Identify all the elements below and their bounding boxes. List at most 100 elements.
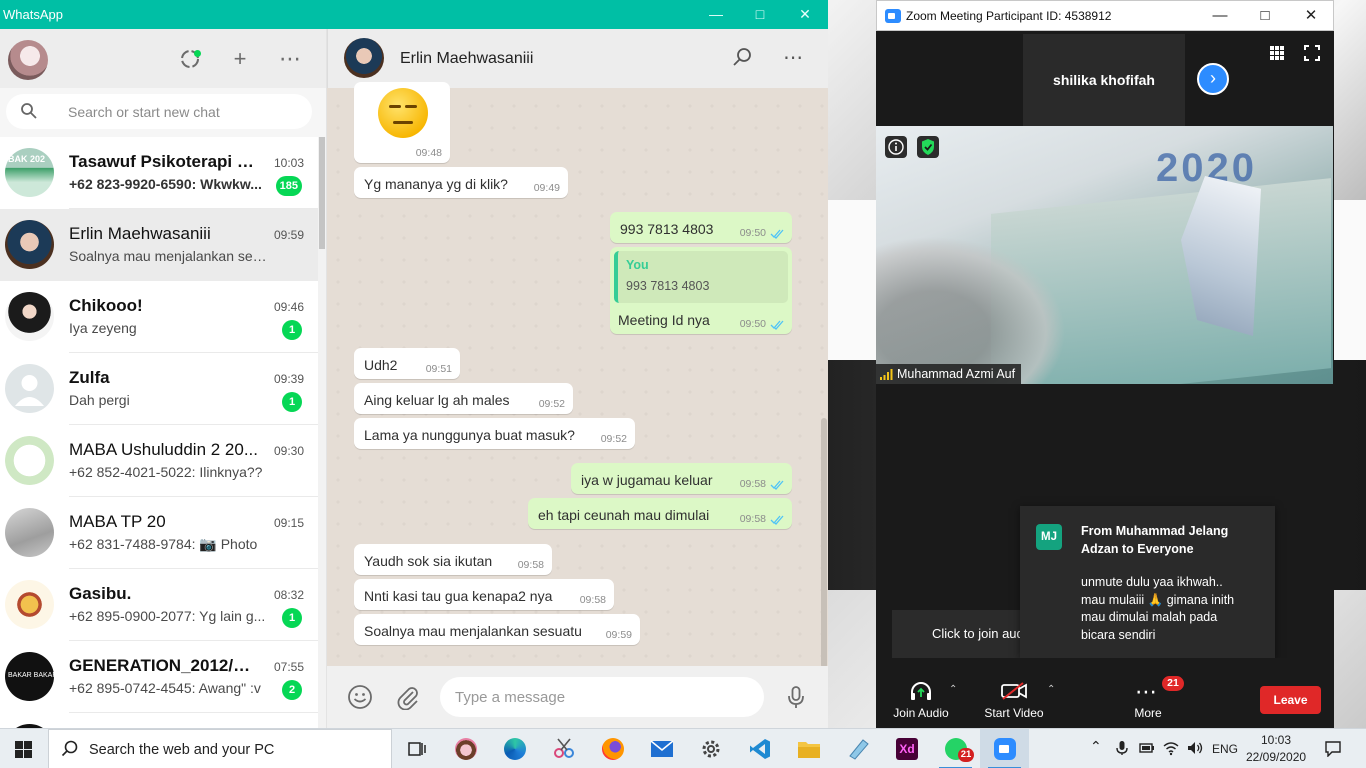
- chat-item[interactable]: BAKAR BAKAR GENERATION_2012/20... 07:55 …: [0, 641, 318, 713]
- chat-menu-icon[interactable]: ⋯: [781, 46, 805, 70]
- chat-item[interactable]: [0, 713, 318, 728]
- conversation-scrollbar[interactable]: [819, 88, 828, 669]
- gallery-view-icon[interactable]: [1269, 45, 1285, 61]
- notes-app-icon[interactable]: [833, 729, 882, 768]
- message-time: 09:58: [739, 478, 766, 490]
- message-time: 09:51: [425, 363, 452, 375]
- chat-item[interactable]: MABA Ushuluddin 2 20... 09:30 +62 852-40…: [0, 425, 318, 497]
- search-input[interactable]: [68, 94, 298, 129]
- taskbar-search-box[interactable]: Search the web and your PC: [48, 729, 392, 768]
- message-bubble-outgoing-reply[interactable]: You 993 7813 4803 Meeting Id nya 09:50: [610, 247, 792, 334]
- next-page-chevron-icon[interactable]: ›: [1197, 63, 1229, 95]
- bear-app-icon[interactable]: [441, 729, 490, 768]
- chat-item[interactable]: Zulfa 09:39 Dah pergi 1: [0, 353, 318, 425]
- wifi-icon[interactable]: [1163, 740, 1179, 756]
- message-bubble-incoming[interactable]: Lama ya nunggunya buat masuk? 09:52: [354, 418, 635, 449]
- meeting-area: Click to join audio MJ From Muhammad Jel…: [876, 384, 1334, 658]
- chat-time: 09:15: [273, 516, 304, 530]
- message-bubble-incoming[interactable]: Nnti kasi tau gua kenapa2 nya 09:58: [354, 579, 614, 610]
- message-bubble-incoming[interactable]: Yaudh sok sia ikutan 09:58: [354, 544, 552, 575]
- close-button[interactable]: ✕: [1302, 7, 1320, 25]
- mail-icon[interactable]: [637, 729, 686, 768]
- participant-video[interactable]: 2020 Muhammad Azmi Auf: [876, 126, 1333, 384]
- clock-time[interactable]: 10:03: [1250, 733, 1302, 747]
- quote-author: You: [626, 258, 649, 272]
- new-chat-icon[interactable]: +: [228, 47, 252, 71]
- edge-browser-icon[interactable]: [490, 729, 539, 768]
- start-video-button[interactable]: Start Video: [979, 658, 1049, 728]
- volume-icon[interactable]: [1187, 740, 1203, 756]
- message-bubble-incoming[interactable]: Yg mananya yg di klik? 09:49: [354, 167, 568, 198]
- show-hidden-icons-chevron-icon[interactable]: ⌃: [1090, 738, 1102, 755]
- more-button[interactable]: ⋯ More: [1113, 658, 1183, 728]
- chat-item-active[interactable]: Erlin Maehwasaniii 09:59 Soalnya mau men…: [0, 209, 318, 281]
- whatsapp-taskbar-icon[interactable]: 21: [931, 729, 980, 768]
- chat-time: 09:59: [273, 228, 304, 242]
- my-avatar[interactable]: [8, 40, 48, 80]
- chat-item[interactable]: MABA TP 20 09:15 +62 831-7488-9784: 📷 Ph…: [0, 497, 318, 569]
- chat-avatar: BAKAR BAKAR: [5, 652, 57, 701]
- chat-item[interactable]: Gasibu. 08:32 +62 895-0900-2077: Yg lain…: [0, 569, 318, 641]
- video-options-caret-icon[interactable]: ⌃: [1047, 684, 1055, 695]
- message-bubble-outgoing[interactable]: eh tapi ceunah mau dimulai 09:58: [528, 498, 792, 529]
- snipping-tool-icon[interactable]: [539, 729, 588, 768]
- message-input[interactable]: [440, 677, 764, 717]
- windows-logo-icon: [15, 741, 32, 758]
- chat-item[interactable]: BAK 202 Tasawuf Psikoterapi 20... 10:03 …: [0, 137, 318, 209]
- audio-options-caret-icon[interactable]: ⌃: [949, 684, 957, 695]
- maximize-button[interactable]: □: [1256, 7, 1274, 25]
- chat-sender: From Muhammad Jelang Adzan to Everyone: [1081, 524, 1229, 556]
- speaker-tile[interactable]: shilika khofifah: [1023, 34, 1185, 126]
- leave-meeting-button[interactable]: Leave: [1260, 686, 1321, 714]
- contact-avatar[interactable]: [344, 38, 384, 78]
- headphones-icon: [911, 682, 931, 700]
- message-bubble-incoming[interactable]: Aing keluar lg ah males 09:52: [354, 383, 573, 414]
- chat-name: GENERATION_2012/20...: [69, 656, 259, 675]
- quoted-message[interactable]: You 993 7813 4803: [614, 251, 788, 303]
- adobe-xd-icon[interactable]: Xd: [882, 729, 931, 768]
- menu-icon[interactable]: ⋯: [278, 47, 302, 71]
- chat-item[interactable]: Chikooo! 09:46 Iya zeyeng 1: [0, 281, 318, 353]
- fullscreen-icon[interactable]: [1304, 45, 1320, 61]
- firefox-icon[interactable]: [588, 729, 637, 768]
- chat-notification-popup[interactable]: MJ From Muhammad Jelang Adzan to Everyon…: [1020, 506, 1275, 658]
- minimize-button[interactable]: —: [708, 6, 724, 22]
- clock-date[interactable]: 22/09/2020: [1246, 750, 1306, 764]
- attach-paperclip-icon[interactable]: [394, 684, 422, 712]
- message-bubble-outgoing[interactable]: 993 7813 4803 09:50: [610, 212, 792, 243]
- settings-gear-icon[interactable]: [686, 729, 735, 768]
- battery-icon[interactable]: [1139, 740, 1155, 756]
- message-text: Meeting Id nya: [618, 312, 710, 328]
- chat-avatar: [5, 580, 54, 629]
- chat-time: 08:32: [273, 588, 304, 602]
- encryption-shield-icon[interactable]: [917, 136, 939, 158]
- maximize-button[interactable]: □: [752, 6, 768, 22]
- chat-message: unmute dulu yaa ikhwah.. mau mulaiii 🙏 g…: [1081, 575, 1235, 642]
- task-view-icon[interactable]: [392, 729, 441, 768]
- microphone-icon[interactable]: [782, 684, 810, 712]
- input-language[interactable]: ENG: [1212, 742, 1238, 756]
- message-bubble-incoming[interactable]: 09:48: [354, 82, 450, 163]
- notification-center-icon[interactable]: [1325, 741, 1341, 757]
- profile-header: + ⋯: [0, 29, 326, 88]
- minimize-button[interactable]: —: [1211, 7, 1229, 25]
- emoji-picker-icon[interactable]: [346, 684, 374, 712]
- start-button[interactable]: [0, 729, 48, 768]
- taskbar-search-placeholder: Search the web and your PC: [89, 742, 275, 758]
- close-button[interactable]: ✕: [797, 6, 813, 22]
- message-bubble-outgoing[interactable]: iya w jugamau keluar 09:58: [571, 463, 792, 494]
- meeting-info-icon[interactable]: [885, 136, 907, 158]
- message-bubble-incoming[interactable]: Udh2 09:51: [354, 348, 460, 379]
- join-audio-button[interactable]: Join Audio: [886, 658, 956, 728]
- chat-list-scrollbar[interactable]: [318, 137, 326, 728]
- microphone-tray-icon[interactable]: [1114, 740, 1130, 756]
- vscode-icon[interactable]: [735, 729, 784, 768]
- zoom-taskbar-icon[interactable]: [980, 729, 1029, 768]
- file-explorer-icon[interactable]: [784, 729, 833, 768]
- chat-preview: +62 895-0742-4545: Awang" :v: [69, 680, 261, 696]
- contact-name[interactable]: Erlin Maehwasaniii: [400, 50, 533, 68]
- search-box[interactable]: [6, 94, 312, 129]
- message-bubble-incoming[interactable]: Soalnya mau menjalankan sesuatu 09:59: [354, 614, 640, 645]
- message-time: 09:58: [739, 513, 766, 525]
- search-messages-icon[interactable]: [731, 46, 755, 70]
